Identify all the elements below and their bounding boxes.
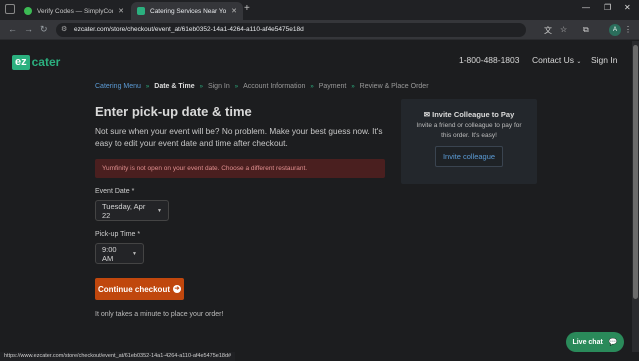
browser-toolbar: ← → ↻ ⚙ ezcater.com/store/checkout/event… [0,20,639,40]
profile-avatar[interactable]: A [609,24,621,36]
event-date-value: Tuesday, Apr 22 [102,201,146,220]
new-tab-icon[interactable]: + [244,3,250,14]
caret-down-icon: ▼ [157,207,162,214]
tab-search-icon[interactable] [5,4,15,14]
breadcrumb-review-place-order: Review & Place Order [359,83,429,90]
page-subtitle: Not sure when your event will be? No pro… [95,126,383,148]
live-chat-button[interactable]: Live chat 💬 [566,332,624,352]
pickup-time-label: Pick-up Time * [95,231,141,238]
chevron-down-icon: ⌄ [576,59,582,65]
forward-icon[interactable]: → [24,24,33,34]
page-scrollbar-thumb[interactable] [633,45,638,299]
browser-tab-ezcater[interactable]: Catering Services Near You - O ✕ [131,2,243,20]
chat-bubble-icon: 💬 [608,339,618,346]
live-chat-label: Live chat [572,338,603,346]
chevron-right-icon: » [145,83,150,90]
maximize-icon[interactable]: ❐ [604,3,611,12]
invite-card-title: ✉ Invite Colleague to Pay [401,110,537,119]
contact-us-menu[interactable]: Contact Us ⌄ [532,55,581,65]
reload-icon[interactable]: ↻ [40,24,48,35]
checkout-breadcrumb: Catering Menu » Date & Time » Sign In » … [95,83,429,90]
event-date-label: Event Date * [95,188,135,195]
chevron-right-icon: » [199,83,203,90]
checkout-footnote: It only takes a minute to place your ord… [95,311,224,318]
invite-description: Invite a friend or colleague to pay for … [416,122,522,139]
contact-us-label: Contact Us [532,55,575,65]
translate-icon[interactable]: 文 [544,25,552,36]
breadcrumb-sign-in: Sign In [207,83,230,90]
logo-cater: cater [31,55,61,69]
pickup-time-value: 9:00 AM [102,244,117,263]
invite-colleague-card: ✉ Invite Colleague to Pay Invite a frien… [401,99,537,184]
address-bar[interactable]: ⚙ ezcater.com/store/checkout/event_at/61… [56,23,526,37]
browser-tab-simplycodes[interactable]: Verify Codes — SimplyCodes ✕ [18,2,130,20]
tab-close-icon[interactable]: ✕ [231,7,237,15]
breadcrumb-date-time: Date & Time [154,83,195,90]
caret-down-icon: ▼ [132,250,137,257]
page-title: Enter pick-up date & time [95,104,252,119]
logo-ez: ez [12,54,30,70]
envelope-icon: ✉ [423,110,431,119]
chevron-right-icon: » [234,83,239,90]
simplycodes-favicon-icon [24,7,32,15]
pickup-time-select[interactable]: 9:00 AM ▼ [95,243,144,264]
browser-menu-icon[interactable]: ⋮ [624,25,632,34]
breadcrumb-payment: Payment [318,83,347,90]
url-text: ezcater.com/store/checkout/event_at/61eb… [74,26,304,33]
breadcrumb-catering-menu[interactable]: Catering Menu [95,83,141,90]
error-alert: Yumfinity is not open on your event date… [95,159,385,178]
link-status-bar: https://www.ezcater.com/store/checkout/e… [0,352,236,361]
arrow-right-circle-icon: ➔ [173,285,181,293]
breadcrumb-account-information: Account Information [243,83,306,90]
event-date-select[interactable]: Tuesday, Apr 22 ▼ [95,200,169,221]
bookmark-star-icon[interactable]: ☆ [560,25,567,34]
site-header: ez cater 1-800-488-1803 Contact Us ⌄ Sig… [0,41,631,81]
site-info-icon[interactable]: ⚙ [61,23,67,37]
continue-checkout-button[interactable]: Continue checkout ➔ [95,278,184,300]
minimize-icon[interactable]: — [582,3,590,12]
chevron-right-icon: » [310,83,314,90]
back-icon[interactable]: ← [8,24,17,34]
browser-tabbar: Verify Codes — SimplyCodes ✕ Catering Se… [0,0,639,20]
tab-title: Verify Codes — SimplyCodes [37,7,113,15]
invite-colleague-button[interactable]: Invite colleague [435,146,503,167]
extensions-icon[interactable]: ⧉ [583,25,589,35]
ezcater-logo[interactable]: ez cater [12,54,60,70]
chevron-right-icon: » [351,83,355,90]
ezcater-favicon-icon [137,7,145,15]
tab-title: Catering Services Near You - O [150,7,227,15]
phone-number-link[interactable]: 1-800-488-1803 [459,55,520,65]
close-window-icon[interactable]: ✕ [624,3,631,12]
tab-close-icon[interactable]: ✕ [118,7,124,15]
invite-title-text: Invite Colleague to Pay [432,110,515,119]
continue-checkout-label: Continue checkout [97,284,170,294]
sign-in-link[interactable]: Sign In [591,55,617,65]
